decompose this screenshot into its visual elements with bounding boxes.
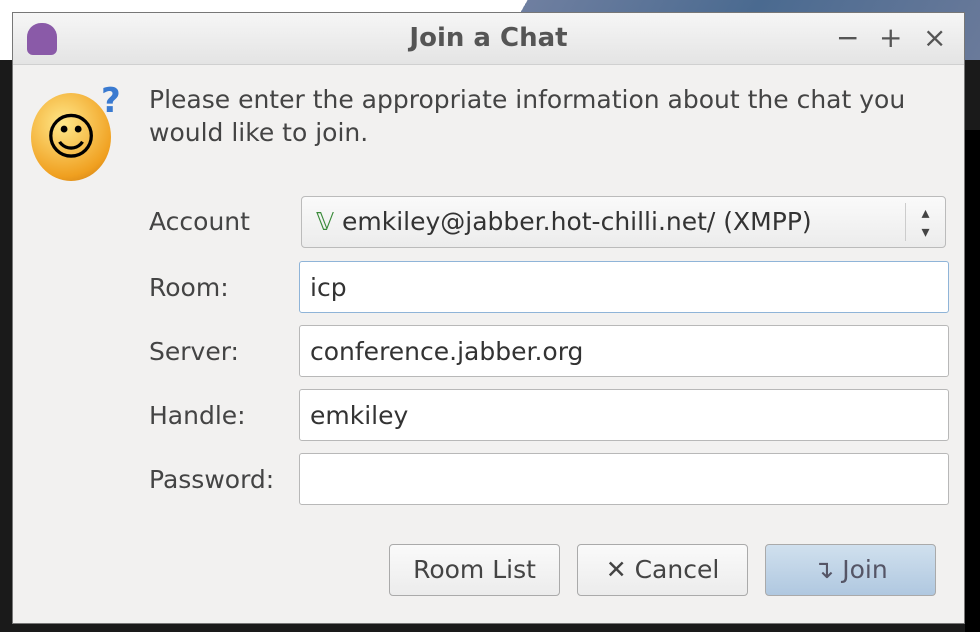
join-label: Join (842, 555, 888, 584)
cancel-button[interactable]: ✕ Cancel (577, 544, 748, 596)
instruction-text: Please enter the appropriate information… (149, 85, 906, 147)
maximize-button[interactable]: + (879, 21, 902, 54)
room-input[interactable] (299, 261, 949, 313)
terminal-background (965, 130, 980, 632)
handle-input[interactable] (299, 389, 949, 441)
cancel-icon: ✕ (605, 555, 627, 584)
account-value: emkiley@jabber.hot-chilli.net/ (XMPP) (342, 207, 812, 236)
join-button[interactable]: ↴ Join (765, 544, 936, 596)
title-bar[interactable]: Join a Chat − + × (13, 13, 964, 65)
close-button[interactable]: × (923, 21, 946, 54)
room-list-button[interactable]: Room List (389, 544, 560, 596)
xmpp-icon: 𝕍 (316, 207, 343, 236)
thinking-smiley-icon: ☺ (31, 93, 111, 181)
password-label: Password: (149, 465, 275, 494)
account-label: Account (149, 207, 250, 236)
room-list-label: Room List (413, 555, 536, 584)
account-select[interactable]: 𝕍 emkiley@jabber.hot-chilli.net/ (XMPP) … (301, 196, 946, 248)
room-label: Room: (149, 273, 229, 302)
server-label: Server: (149, 337, 239, 366)
chevron-updown-icon: ▴ ▾ (905, 203, 945, 241)
question-mark-icon: ? (101, 81, 121, 121)
join-icon: ↴ (813, 555, 835, 584)
handle-label: Handle: (149, 401, 246, 430)
password-input[interactable] (299, 453, 949, 505)
minimize-button[interactable]: − (836, 21, 859, 54)
join-chat-dialog: Join a Chat − + × ☺ ? Please enter the a… (12, 12, 965, 624)
window-title: Join a Chat (409, 23, 568, 53)
cancel-label: Cancel (634, 555, 720, 584)
server-input[interactable] (299, 325, 949, 377)
